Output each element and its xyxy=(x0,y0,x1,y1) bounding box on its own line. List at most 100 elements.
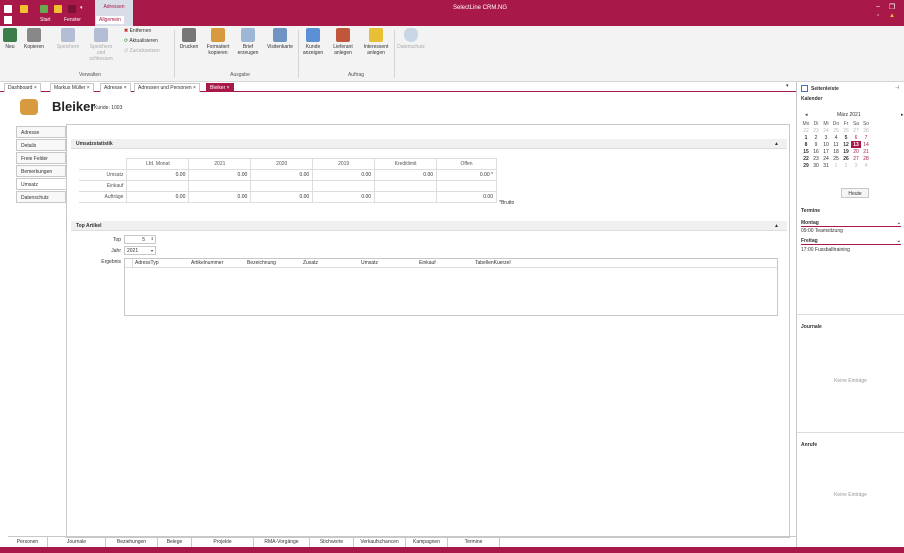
stepper-arrows-icon[interactable]: ⇕ xyxy=(151,236,154,241)
bottom-tab-verkaufschancen[interactable]: Verkaufschancen xyxy=(354,537,406,547)
nav-tab-datenschutz[interactable]: Datenschutz xyxy=(16,191,66,203)
create-prospect-button[interactable]: Interessent anlegen xyxy=(360,28,392,56)
remove-button[interactable]: ✖ Entfernen xyxy=(124,28,172,34)
column-header[interactable]: AdressTyp xyxy=(135,260,159,266)
column-header[interactable]: Zusatz xyxy=(303,260,318,266)
print-button[interactable]: Drucken xyxy=(177,28,201,50)
calendar-day[interactable]: 27 xyxy=(851,155,861,162)
grid-icon[interactable] xyxy=(40,5,48,13)
chevron-down-icon[interactable]: ▾ xyxy=(151,248,153,253)
tab-allgemein[interactable]: Allgemein xyxy=(96,16,124,24)
calendar-day[interactable]: 21 xyxy=(861,148,871,155)
calendar-day[interactable]: 14 xyxy=(861,141,871,148)
folder-icon[interactable] xyxy=(54,5,62,13)
bottom-tab-kampagnen[interactable]: Kampagnen xyxy=(406,537,448,547)
nav-tab-bemerkungen[interactable]: Bemerkungen xyxy=(16,165,66,177)
calendar-day[interactable]: 1 xyxy=(831,162,841,169)
restore-icon[interactable]: ❐ xyxy=(889,3,895,11)
reset-button[interactable]: ↺ Zurücksetzen xyxy=(124,48,174,54)
calendar-day[interactable]: 26 xyxy=(841,155,851,162)
jahr-select[interactable]: 2021 ▾ xyxy=(124,246,156,255)
collapse-icon[interactable]: ▲ xyxy=(774,141,779,147)
calendar-day[interactable]: 10 xyxy=(821,141,831,148)
calendar-day[interactable]: 19 xyxy=(841,148,851,155)
refresh-button[interactable]: ⟳ Aktualisieren xyxy=(124,38,174,44)
notification-icon[interactable]: ▲ xyxy=(889,13,895,19)
nav-tab-umsatz[interactable]: Umsatz xyxy=(16,178,68,190)
chevron-down-icon[interactable]: ⌄ xyxy=(897,238,901,244)
calendar-day[interactable]: 23 xyxy=(811,155,821,162)
today-button[interactable]: Heute xyxy=(841,188,869,198)
pin-icon[interactable]: ⊣ xyxy=(895,85,899,91)
calendar-day[interactable]: 13 xyxy=(851,141,861,148)
calendar-day[interactable]: 28 xyxy=(861,127,871,134)
calendar-day[interactable]: 22 xyxy=(801,127,811,134)
copy-button[interactable]: Kopieren xyxy=(20,28,48,50)
calendar-day[interactable]: 26 xyxy=(841,127,851,134)
create-supplier-button[interactable]: Lieferant anlegen xyxy=(328,28,358,56)
tabs-dropdown-icon[interactable]: ▾ xyxy=(786,83,789,89)
calendar-day[interactable]: 24 xyxy=(821,155,831,162)
tab-start[interactable]: Start xyxy=(40,17,51,23)
appointment-entry[interactable]: 09:00 Teamsitzung xyxy=(801,228,843,234)
calendar-day[interactable]: 3 xyxy=(851,162,861,169)
section-umsatzstatistik[interactable]: Umsatzstatistik ▲ xyxy=(71,139,787,149)
calendar-day[interactable]: 16 xyxy=(811,148,821,155)
column-header[interactable]: Artikelnummer xyxy=(191,260,223,266)
collapse-ribbon-icon[interactable]: ⌃ xyxy=(876,14,880,20)
top-stepper[interactable]: 5 ⇕ xyxy=(124,235,156,244)
calendar-day[interactable]: 27 xyxy=(851,127,861,134)
doc-tab-dashboard[interactable]: Dashboard × xyxy=(4,83,41,92)
calendar-day[interactable]: 4 xyxy=(861,162,871,169)
business-card-button[interactable]: Visitenkarte xyxy=(263,28,297,50)
calendar-day[interactable]: 29 xyxy=(801,162,811,169)
calendar-day[interactable]: 2 xyxy=(811,134,821,141)
calendar-day[interactable]: 15 xyxy=(801,148,811,155)
calendar-day[interactable]: 31 xyxy=(821,162,831,169)
calendar-day[interactable]: 28 xyxy=(861,155,871,162)
bottom-tab-belege[interactable]: Belege xyxy=(158,537,192,547)
collapse-icon[interactable]: ▲ xyxy=(774,223,779,229)
calendar-day[interactable]: 4 xyxy=(831,134,841,141)
bottom-tab-rma[interactable]: RMA-Vorgänge xyxy=(254,537,310,547)
doc-tab-adresse[interactable]: Adresse × xyxy=(100,83,131,92)
calendar-day[interactable]: 25 xyxy=(831,155,841,162)
section-top-artikel[interactable]: Top Artikel ▲ xyxy=(71,221,787,231)
next-month-icon[interactable]: ▸ xyxy=(901,112,904,118)
calendar-day[interactable]: 2 xyxy=(841,162,851,169)
calendar-day[interactable]: 1 xyxy=(801,134,811,141)
calendar-day[interactable]: 3 xyxy=(821,134,831,141)
bottom-tab-termine[interactable]: Termine xyxy=(448,537,500,547)
appointment-entry[interactable]: 17:00 Fussballtraining xyxy=(801,247,850,253)
prev-month-icon[interactable]: ◂ xyxy=(805,112,808,118)
calendar-day[interactable]: 7 xyxy=(861,134,871,141)
formatted-copy-button[interactable]: Formatiert kopieren xyxy=(203,28,233,56)
minimize-icon[interactable]: – xyxy=(876,3,880,10)
calendar-day[interactable]: 25 xyxy=(831,127,841,134)
doc-tab-markus-mueller[interactable]: Markus Müller × xyxy=(50,83,94,92)
bottom-tab-beziehungen[interactable]: Beziehungen xyxy=(106,537,158,547)
calendar-day[interactable]: 24 xyxy=(821,127,831,134)
calendar-day[interactable]: 23 xyxy=(811,127,821,134)
calendar-day[interactable]: 5 xyxy=(841,134,851,141)
calendar-day[interactable]: 22 xyxy=(801,155,811,162)
calendar-day[interactable]: 12 xyxy=(841,141,851,148)
chevron-down-icon[interactable]: ⌄ xyxy=(897,220,901,226)
create-letter-button[interactable]: Brief erzeugen xyxy=(235,28,261,56)
favorite-icon[interactable] xyxy=(20,5,28,13)
calendar-day[interactable]: 11 xyxy=(831,141,841,148)
nav-tab-freie-felder[interactable]: Freie Felder xyxy=(16,152,66,164)
ergebnis-grid[interactable]: AdressTyp Artikelnummer Bezeichnung Zusa… xyxy=(124,258,778,316)
calendar-day[interactable]: 18 xyxy=(831,148,841,155)
privacy-button[interactable]: Datenschutz xyxy=(396,28,426,50)
column-header[interactable]: Bezeichnung xyxy=(247,260,276,266)
file-icon[interactable] xyxy=(4,16,12,24)
save-close-button[interactable]: Speichern und schliessen xyxy=(86,28,116,62)
tool-icon[interactable] xyxy=(68,5,76,13)
new-button[interactable]: Neu xyxy=(2,28,18,50)
bottom-tab-journale[interactable]: Journale xyxy=(48,537,106,547)
dropdown-icon[interactable]: ▾ xyxy=(80,5,83,13)
nav-tab-details[interactable]: Details xyxy=(16,139,66,151)
show-customer-button[interactable]: Kunde anzeigen xyxy=(300,28,326,56)
doc-tab-bleiker[interactable]: Bleiker × xyxy=(206,83,234,92)
